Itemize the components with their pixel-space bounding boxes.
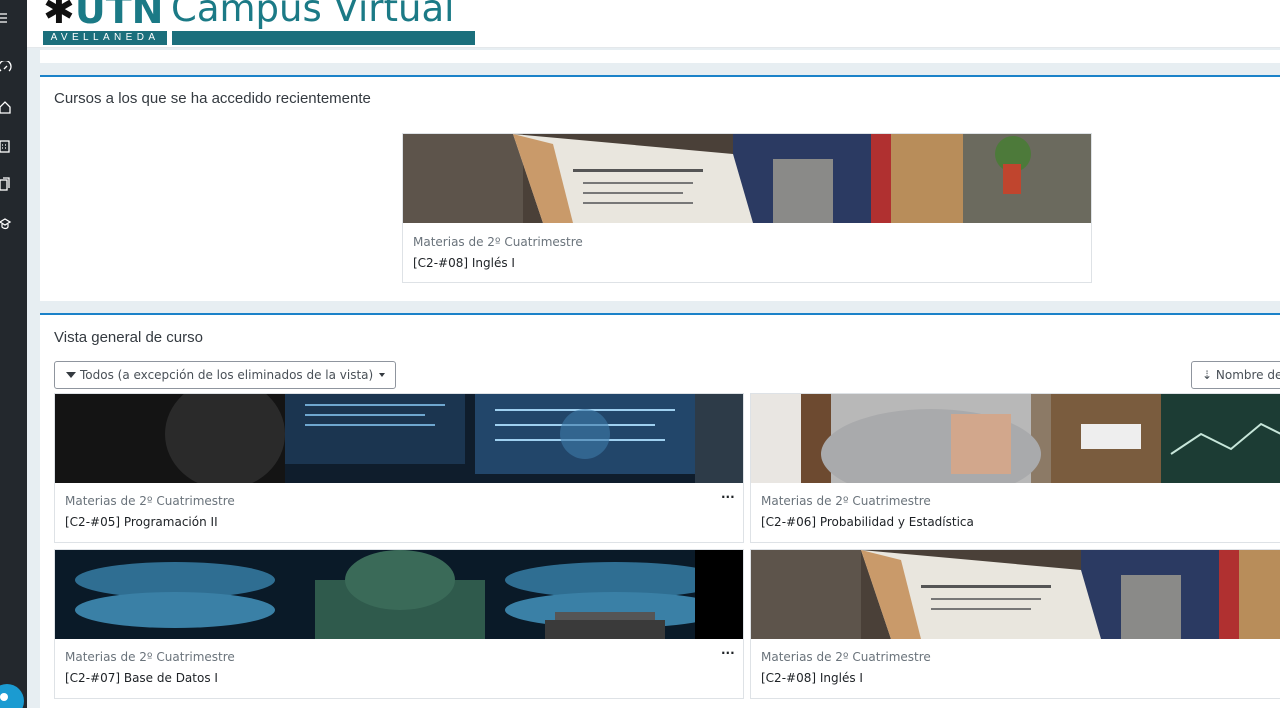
course-menu-button[interactable]: ··· [721, 490, 735, 504]
logo-utn-text: ✱UTN [43, 0, 163, 30]
recent-courses-title: Cursos a los que se ha accedido reciente… [54, 90, 371, 107]
files-icon[interactable] [0, 176, 14, 192]
help-icon [0, 693, 8, 701]
logo-underline [172, 31, 475, 45]
page-top-strip [40, 50, 1280, 63]
course-image[interactable] [55, 394, 743, 483]
site-logo[interactable]: ✱UTN AVELLANEDA Campus Virtual [43, 0, 476, 46]
utn-emblem-icon: ✱ [43, 0, 75, 32]
course-card[interactable]: Materias de 2º Cuatrimestre [C2-#06] Pro… [750, 393, 1280, 543]
course-menu-button[interactable]: ··· [721, 646, 735, 660]
course-category: Materias de 2º Cuatrimestre [761, 494, 931, 508]
course-image[interactable] [751, 550, 1280, 639]
graduation-cap-icon[interactable] [0, 216, 14, 232]
grouping-filter-dropdown[interactable]: Todos (a excepción de los eliminados de … [54, 361, 396, 389]
filter-label: Todos (a excepción de los eliminados de … [80, 368, 374, 382]
course-card[interactable]: Materias de 2º Cuatrimestre ··· [C2-#05]… [54, 393, 744, 543]
menu-icon[interactable] [0, 10, 14, 26]
course-category: Materias de 2º Cuatrimestre [761, 650, 931, 664]
sort-label: Nombre de [1215, 368, 1280, 382]
course-name[interactable]: [C2-#08] Inglés I [761, 671, 863, 685]
course-overview-block: Vista general de curso Todos (a excepció… [40, 313, 1280, 708]
course-image[interactable] [55, 550, 743, 639]
course-name[interactable]: [C2-#08] Inglés I [413, 256, 515, 270]
course-card[interactable]: Materias de 2º Cuatrimestre ··· [C2-#07]… [54, 549, 744, 699]
filter-icon [66, 372, 76, 378]
sort-icon: ⇣ [1202, 368, 1213, 382]
course-category: Materias de 2º Cuatrimestre [65, 650, 235, 664]
left-rail [0, 0, 27, 708]
course-image[interactable] [751, 394, 1280, 483]
course-category: Materias de 2º Cuatrimestre [65, 494, 235, 508]
logo-subtitle: AVELLANEDA [43, 31, 167, 45]
chevron-down-icon [379, 373, 386, 377]
course-name[interactable]: [C2-#05] Programación II [65, 515, 218, 529]
course-name[interactable]: [C2-#07] Base de Datos I [65, 671, 218, 685]
recent-courses-block: Cursos a los que se ha accedido reciente… [40, 75, 1280, 301]
course-card[interactable]: Materias de 2º Cuatrimestre [C2-#08] Ing… [402, 133, 1092, 283]
course-image[interactable] [403, 134, 1091, 223]
logo-title: Campus Virtual [171, 0, 455, 30]
course-overview-title: Vista general de curso [54, 329, 203, 346]
course-category: Materias de 2º Cuatrimestre [413, 235, 583, 249]
help-button[interactable] [0, 684, 24, 708]
course-card[interactable]: Materias de 2º Cuatrimestre [C2-#08] Ing… [750, 549, 1280, 699]
home-icon[interactable] [0, 99, 14, 115]
dashboard-icon[interactable] [0, 59, 14, 77]
sort-dropdown[interactable]: ⇣ Nombre de [1191, 361, 1280, 389]
calendar-icon[interactable] [0, 138, 14, 154]
course-name[interactable]: [C2-#06] Probabilidad y Estadística [761, 515, 974, 529]
